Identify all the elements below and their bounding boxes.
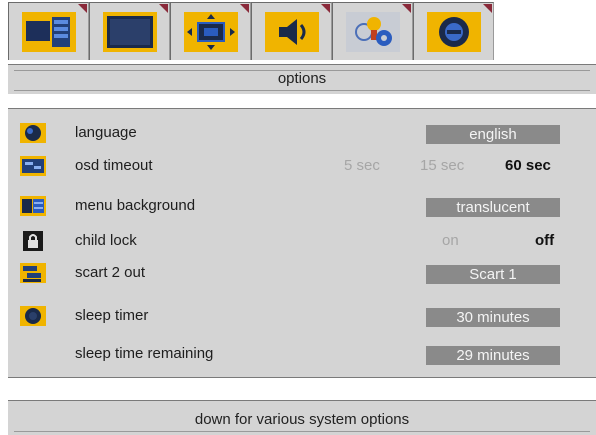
option-label: scart 2 out — [75, 264, 146, 281]
child-lock-on[interactable]: on — [442, 232, 459, 249]
option-scart-2-out[interactable]: scart 2 out Scart 1 — [8, 258, 596, 288]
tab-picture[interactable] — [8, 2, 89, 60]
osd-timeout-15-sec[interactable]: 15 sec — [420, 157, 464, 174]
menu-background-value[interactable]: translucent — [426, 198, 560, 217]
options-panel: language english osd timeout 5 sec 15 se… — [8, 108, 596, 378]
option-label: osd timeout — [75, 157, 153, 174]
option-osd-timeout[interactable]: osd timeout 5 sec 15 sec 60 sec — [8, 151, 596, 181]
language-icon — [20, 123, 46, 143]
tab-options[interactable] — [413, 2, 494, 60]
options-icon — [426, 11, 481, 52]
divider — [14, 431, 590, 432]
option-label: child lock — [75, 232, 137, 249]
screen-icon — [102, 11, 157, 52]
title-bar: options — [8, 64, 596, 94]
help-bar: down for various system options — [8, 400, 596, 435]
osd-timeout-5-sec[interactable]: 5 sec — [344, 157, 380, 174]
tab-geometry[interactable] — [170, 2, 251, 60]
option-label: language — [75, 124, 137, 141]
menu-tabs — [8, 2, 494, 62]
geometry-icon — [183, 11, 238, 52]
sleep-time-remaining-value: 29 minutes — [426, 346, 560, 365]
menu-background-icon — [20, 196, 46, 216]
option-label: sleep timer — [75, 307, 149, 324]
option-label: sleep time remaining — [75, 345, 214, 362]
sleep-timer-value[interactable]: 30 minutes — [426, 308, 560, 327]
option-language[interactable]: language english — [8, 118, 596, 148]
option-child-lock[interactable]: child lock on off — [8, 226, 596, 256]
osd-timeout-icon — [20, 156, 46, 176]
scart-icon — [20, 263, 46, 283]
tab-screen[interactable] — [89, 2, 170, 60]
option-label: menu background — [75, 197, 196, 214]
child-lock-off[interactable]: off — [535, 232, 554, 249]
tab-sound[interactable] — [251, 2, 332, 60]
sleep-timer-icon — [20, 306, 46, 326]
tab-features[interactable] — [332, 2, 413, 60]
page-title: options — [277, 70, 327, 87]
option-menu-background[interactable]: menu background translucent — [8, 191, 596, 221]
features-icon — [345, 11, 400, 52]
language-value[interactable]: english — [426, 125, 560, 144]
option-sleep-time-remaining: sleep time remaining 29 minutes — [8, 339, 596, 369]
help-text: down for various system options — [194, 411, 410, 428]
picture-settings-icon — [21, 11, 76, 52]
option-sleep-timer[interactable]: sleep timer 30 minutes — [8, 301, 596, 331]
osd-timeout-60-sec[interactable]: 60 sec — [505, 157, 551, 174]
divider — [14, 90, 590, 91]
scart-2-out-value[interactable]: Scart 1 — [426, 265, 560, 284]
sound-icon — [264, 11, 319, 52]
lock-icon — [23, 231, 43, 251]
